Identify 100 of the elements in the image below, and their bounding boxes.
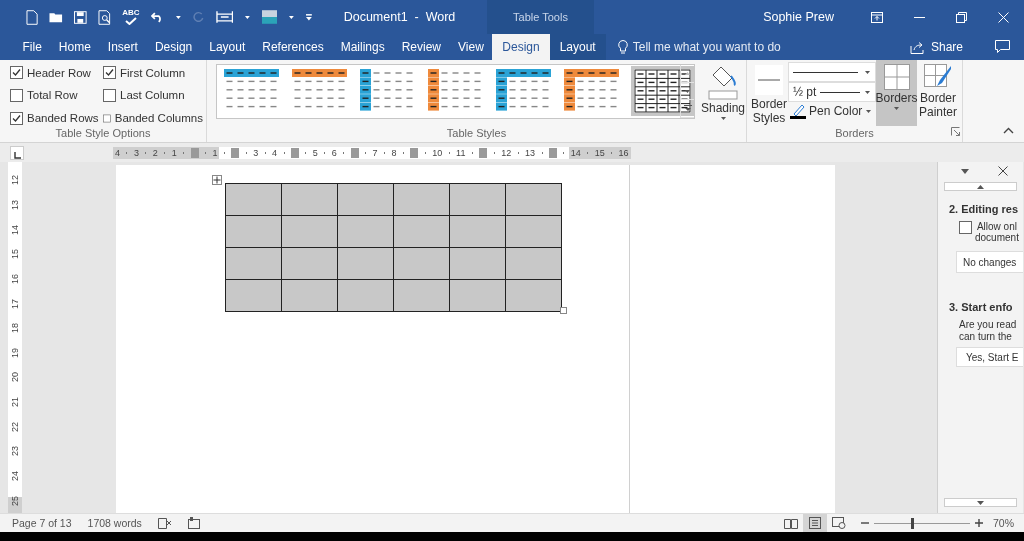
- table-cell[interactable]: [337, 279, 394, 312]
- style-gallery[interactable]: [216, 64, 695, 119]
- table-style-thumbnail[interactable]: [427, 68, 484, 112]
- table-cell[interactable]: [393, 215, 450, 248]
- minimize-icon[interactable]: [913, 16, 925, 18]
- checkbox[interactable]: [103, 111, 111, 125]
- checkbox-label[interactable]: Allow onl document: [975, 221, 1019, 243]
- ribbon-tab[interactable]: Design: [146, 34, 201, 60]
- caret-icon[interactable]: [864, 89, 871, 95]
- scroll-down-icon[interactable]: [684, 88, 691, 94]
- table-cell[interactable]: [281, 279, 338, 312]
- restriction-dropdown[interactable]: No changes: [956, 251, 1023, 273]
- ribbon-tab[interactable]: References: [253, 34, 333, 60]
- table-cell[interactable]: [225, 215, 282, 248]
- collapse-ribbon-icon[interactable]: [1003, 127, 1014, 134]
- checkbox[interactable]: [10, 89, 23, 102]
- customize-menu-icon[interactable]: [306, 13, 312, 21]
- table-cell[interactable]: [449, 215, 506, 248]
- zoom-out-icon[interactable]: [861, 519, 869, 527]
- table-size-icon[interactable]: [215, 10, 234, 24]
- caret-icon[interactable]: [865, 108, 873, 114]
- column-marker[interactable]: [231, 147, 240, 158]
- print-preview-icon[interactable]: [97, 9, 112, 25]
- line-style-dropdown[interactable]: [788, 62, 876, 82]
- table-cell[interactable]: [225, 183, 282, 216]
- macro-icon[interactable]: [187, 517, 200, 529]
- scroll-up-icon[interactable]: [684, 70, 691, 76]
- checkbox[interactable]: [10, 66, 23, 80]
- resize-handle-icon[interactable]: [560, 307, 567, 314]
- new-document-icon[interactable]: [26, 9, 38, 25]
- save-icon[interactable]: [74, 10, 87, 24]
- table-cell[interactable]: [281, 247, 338, 280]
- share-button[interactable]: Share: [903, 34, 969, 60]
- ribbon-tab[interactable]: Layout: [549, 34, 606, 60]
- table-cell[interactable]: [281, 215, 338, 248]
- zoom-percent[interactable]: 70%: [993, 517, 1014, 529]
- caret-icon[interactable]: [288, 14, 296, 20]
- caret-icon[interactable]: [719, 116, 727, 121]
- tab-selector[interactable]: [10, 145, 24, 160]
- table-cell[interactable]: [393, 183, 450, 216]
- border-painter-button[interactable]: Border Painter: [917, 60, 959, 126]
- table-cell[interactable]: [337, 183, 394, 216]
- scroll-down-icon[interactable]: [977, 500, 984, 505]
- borders-button[interactable]: Borders: [876, 60, 917, 126]
- word-count[interactable]: 1708 words: [87, 517, 142, 529]
- slider-thumb[interactable]: [911, 517, 915, 529]
- close-icon[interactable]: [998, 166, 1009, 176]
- start-enforcing-button[interactable]: Yes, Start E: [956, 347, 1023, 367]
- color-swatch-icon[interactable]: [261, 10, 278, 24]
- pen-color-button[interactable]: Pen Color: [788, 102, 876, 119]
- move-handle-icon[interactable]: [212, 175, 222, 185]
- restore-icon[interactable]: [955, 11, 967, 23]
- checkbox-label[interactable]: Banded Columns: [114, 112, 203, 125]
- comment-icon[interactable]: [995, 40, 1010, 54]
- table-cell[interactable]: [449, 247, 506, 280]
- ribbon-tab[interactable]: Mailings: [332, 34, 394, 60]
- table-cell[interactable]: [449, 183, 506, 216]
- table-cell[interactable]: [393, 279, 450, 312]
- table-cell[interactable]: [337, 215, 394, 248]
- spelling-button[interactable]: ABC: [122, 9, 140, 25]
- shading-button[interactable]: Shading: [699, 60, 747, 126]
- table-cell[interactable]: [225, 247, 282, 280]
- checkbox[interactable]: [10, 111, 23, 125]
- table-cell[interactable]: [505, 247, 562, 280]
- table-cell[interactable]: [505, 215, 562, 248]
- checkbox-label[interactable]: Header Row: [27, 66, 91, 79]
- checkbox-label[interactable]: Banded Rows: [27, 112, 99, 125]
- dialog-launcher-icon[interactable]: [951, 127, 960, 136]
- ribbon-tab[interactable]: Design: [492, 34, 550, 60]
- table-cell[interactable]: [225, 279, 282, 312]
- line-weight-dropdown[interactable]: ½ pt: [788, 82, 876, 102]
- ribbon-display-icon[interactable]: [871, 11, 883, 23]
- column-marker[interactable]: [479, 147, 488, 158]
- checkbox[interactable]: [959, 221, 972, 234]
- checkbox[interactable]: [103, 89, 116, 102]
- ribbon-tab[interactable]: Layout: [200, 34, 254, 60]
- user-name[interactable]: Sophie Prew: [763, 10, 834, 24]
- open-folder-icon[interactable]: [48, 11, 64, 23]
- table-cell[interactable]: [505, 183, 562, 216]
- pane-options-icon[interactable]: [960, 168, 969, 174]
- checkbox-label[interactable]: Total Row: [27, 89, 78, 102]
- caret-icon[interactable]: [244, 14, 251, 20]
- scroll-up-icon[interactable]: [977, 184, 984, 189]
- ribbon-tab[interactable]: Insert: [99, 34, 147, 60]
- ribbon-tab[interactable]: File: [14, 34, 51, 60]
- border-styles-button[interactable]: Border Styles: [750, 60, 788, 126]
- caret-icon[interactable]: [175, 14, 182, 20]
- more-icon[interactable]: [683, 105, 692, 113]
- zoom-in-icon[interactable]: [975, 519, 983, 527]
- column-marker[interactable]: [350, 147, 359, 158]
- ribbon-tab[interactable]: Review: [393, 34, 450, 60]
- proofing-icon[interactable]: [157, 517, 172, 529]
- caret-icon[interactable]: [893, 106, 900, 111]
- table-cell[interactable]: [505, 279, 562, 312]
- checkbox-label[interactable]: First Column: [120, 66, 186, 79]
- search-field[interactable]: Tell me what you want to do: [632, 40, 853, 54]
- column-marker[interactable]: [190, 147, 199, 158]
- document-table[interactable]: [225, 183, 562, 312]
- table-style-thumbnail[interactable]: [359, 68, 416, 112]
- view-button[interactable]: [803, 514, 827, 532]
